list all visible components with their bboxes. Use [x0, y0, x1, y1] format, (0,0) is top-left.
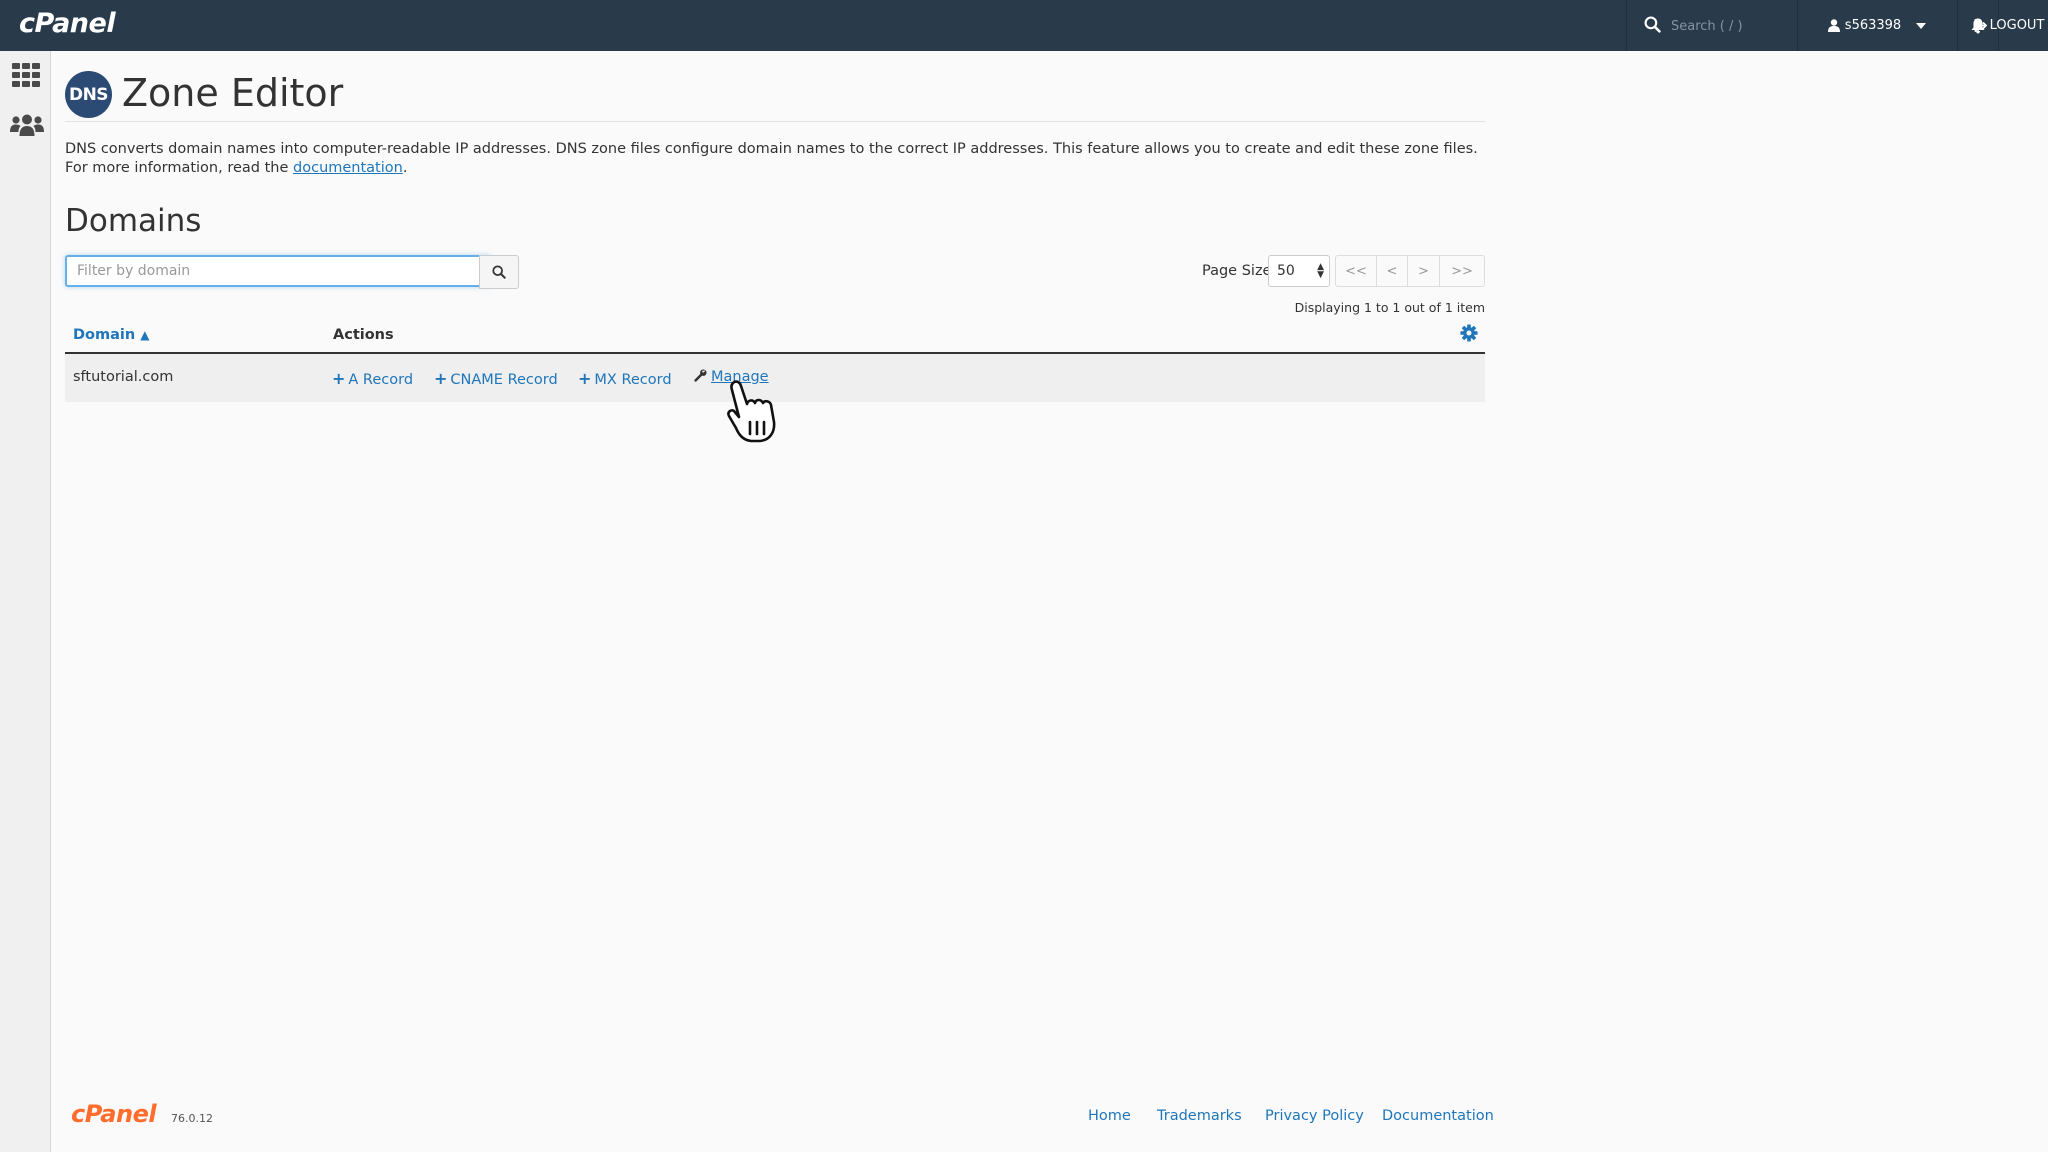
sort-ascending-icon: ▲	[140, 328, 150, 342]
users-icon[interactable]	[10, 114, 44, 136]
add-a-record-link[interactable]: + A Record	[332, 369, 413, 388]
footer-trademarks-link[interactable]: Trademarks	[1157, 1108, 1242, 1124]
page-title: Zone Editor	[122, 71, 344, 115]
footer-privacy-policy-link[interactable]: Privacy Policy	[1265, 1108, 1364, 1124]
select-arrows-icon: ▲ ▼	[1317, 262, 1324, 280]
apps-grid-icon[interactable]	[12, 63, 40, 87]
description-end: .	[402, 160, 408, 176]
caret-down-icon	[1916, 22, 1927, 29]
left-sidebar	[0, 51, 51, 1152]
gear-icon[interactable]	[1460, 324, 1478, 342]
pager-first-button[interactable]: <<	[1335, 255, 1377, 287]
logout-icon	[1974, 19, 1987, 32]
search-icon	[492, 265, 506, 279]
user-icon	[1827, 19, 1840, 32]
dns-badge-text: DNS	[68, 84, 109, 105]
username-label: s563398	[1844, 18, 1902, 33]
page-size-label: Page Size	[1202, 263, 1272, 279]
column-header-actions: Actions	[333, 327, 394, 343]
plus-icon: +	[332, 369, 346, 388]
documentation-link[interactable]: documentation	[293, 160, 403, 176]
displaying-count: Displaying 1 to 1 out of 1 item	[1294, 300, 1485, 315]
add-cname-record-link[interactable]: + CNAME Record	[434, 369, 558, 388]
logout-label: LOGOUT	[1989, 18, 2045, 33]
add-mx-record-link[interactable]: + MX Record	[578, 369, 672, 388]
column-header-domain[interactable]: Domain ▲	[73, 327, 149, 343]
table-header: Domain ▲ Actions	[65, 321, 1485, 354]
filter-search-button[interactable]	[479, 255, 519, 289]
page-description: DNS converts domain names into computer-…	[65, 140, 1485, 178]
cpanel-version: 76.0.12	[171, 1112, 213, 1125]
cpanel-logo[interactable]: cPanel	[19, 8, 116, 39]
add-cname-record-label: CNAME Record	[450, 372, 558, 388]
filter-by-domain-input[interactable]	[65, 255, 491, 287]
pager-prev-button[interactable]: <	[1376, 255, 1408, 287]
page-size-select[interactable]: 50 ▲ ▼	[1268, 255, 1330, 287]
domain-name-cell: sftutorial.com	[73, 369, 174, 385]
pager-last-button[interactable]: >>	[1439, 255, 1485, 287]
footer-home-link[interactable]: Home	[1088, 1108, 1131, 1124]
top-navbar: cPanel s563398 LOGOUT	[0, 0, 2048, 51]
hand-pointer-cursor-icon	[727, 380, 776, 443]
column-domain-label: Domain	[73, 327, 136, 343]
pager-next-button[interactable]: >	[1407, 255, 1440, 287]
global-search	[1626, 0, 1798, 51]
logout-button[interactable]: LOGOUT	[1970, 0, 2048, 51]
description-text: DNS converts domain names into computer-…	[65, 141, 1478, 176]
global-search-input[interactable]	[1669, 14, 1791, 38]
plus-icon: +	[434, 369, 448, 388]
plus-icon: +	[578, 369, 592, 388]
footer-documentation-link[interactable]: Documentation	[1382, 1108, 1494, 1124]
page-size-value: 50	[1277, 263, 1295, 279]
page-header: DNS Zone Editor	[65, 61, 1485, 122]
search-icon	[1644, 16, 1661, 33]
add-mx-record-label: MX Record	[594, 372, 672, 388]
add-a-record-label: A Record	[348, 372, 414, 388]
domains-heading: Domains	[65, 203, 202, 239]
footer-cpanel-logo: cPanel	[71, 1100, 157, 1128]
wrench-icon	[694, 369, 707, 382]
dns-zone-editor-icon: DNS	[65, 71, 112, 118]
user-menu[interactable]: s563398	[1797, 0, 1958, 51]
